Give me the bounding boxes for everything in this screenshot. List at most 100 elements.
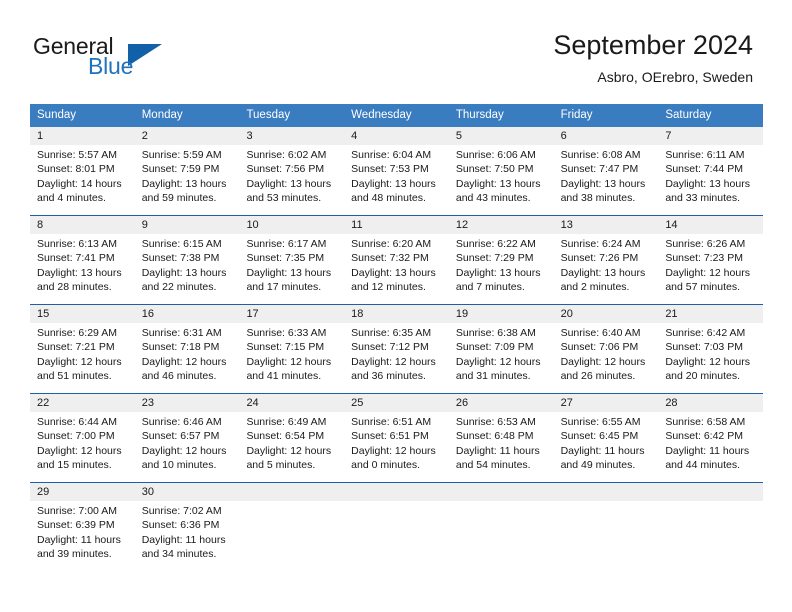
day-cell-empty bbox=[344, 483, 449, 571]
day-cell[interactable]: 7 Sunrise: 6:11 AM Sunset: 7:44 PM Daylight… bbox=[658, 127, 764, 215]
page-header: General Blue September 2024 Asbro, OEreb… bbox=[0, 0, 792, 98]
day-details: Sunrise: 6:15 AM Sunset: 7:38 PM Daylight:… bbox=[135, 234, 240, 304]
day-number: 4 bbox=[344, 127, 449, 145]
day-cell-empty bbox=[553, 483, 659, 571]
day-cell[interactable]: 9 Sunrise: 6:15 AM Sunset: 7:38 PM Daylight… bbox=[134, 216, 240, 304]
day-cell[interactable]: 4 Sunrise: 6:04 AM Sunset: 7:53 PM Daylight… bbox=[344, 127, 449, 215]
day-number: 12 bbox=[448, 216, 554, 234]
day-details: Sunrise: 6:06 AM Sunset: 7:50 PM Daylight:… bbox=[449, 145, 554, 215]
day-detail-line: Sunset: 6:48 PM bbox=[455, 430, 534, 443]
day-detail-line: and 59 minutes. bbox=[141, 191, 217, 204]
day-cell[interactable]: 8 Sunrise: 6:13 AM Sunset: 7:41 PM Daylight… bbox=[30, 216, 135, 304]
day-cell[interactable]: 10 Sunrise: 6:17 AM Sunset: 7:35 PM Dayligh… bbox=[239, 216, 345, 304]
day-detail-line: Sunset: 6:57 PM bbox=[141, 430, 220, 443]
calendar-week-row: 15 Sunrise: 6:29 AM Sunset: 7:21 PM Dayligh… bbox=[30, 304, 764, 393]
day-details: Sunrise: 6:11 AM Sunset: 7:44 PM Daylight:… bbox=[658, 145, 763, 215]
day-cell[interactable]: 19 Sunrise: 6:38 AM Sunset: 7:09 PM Dayligh… bbox=[448, 305, 554, 393]
day-detail-line: Sunrise: 6:13 AM bbox=[37, 238, 117, 250]
day-cell[interactable]: 26 Sunrise: 6:53 AM Sunset: 6:48 PM Dayligh… bbox=[448, 394, 554, 482]
day-detail-line: Sunrise: 6:46 AM bbox=[141, 416, 222, 428]
day-details: Sunrise: 7:02 AM Sunset: 6:36 PM Daylight:… bbox=[135, 501, 240, 571]
weekday-header-wednesday: Wednesday bbox=[351, 109, 412, 121]
day-detail-line: Sunset: 7:06 PM bbox=[560, 341, 639, 354]
day-detail-line: Sunrise: 6:49 AM bbox=[246, 416, 327, 428]
day-cell[interactable]: 17 Sunrise: 6:33 AM Sunset: 7:15 PM Dayligh… bbox=[239, 305, 345, 393]
day-cell[interactable]: 23 Sunrise: 6:46 AM Sunset: 6:57 PM Dayligh… bbox=[134, 394, 240, 482]
day-detail-line: and 0 minutes. bbox=[351, 458, 421, 471]
day-cell[interactable]: 2 Sunrise: 5:59 AM Sunset: 7:59 PM Daylight… bbox=[134, 127, 240, 215]
day-cell[interactable]: 6 Sunrise: 6:08 AM Sunset: 7:47 PM Daylight… bbox=[553, 127, 659, 215]
day-cell[interactable]: 12 Sunrise: 6:22 AM Sunset: 7:29 PM Dayligh… bbox=[448, 216, 554, 304]
day-cell[interactable]: 25 Sunrise: 6:51 AM Sunset: 6:51 PM Dayligh… bbox=[344, 394, 449, 482]
day-number: 20 bbox=[553, 305, 659, 323]
day-detail-line: Sunrise: 6:15 AM bbox=[141, 238, 222, 250]
day-detail-line: Sunrise: 6:51 AM bbox=[351, 416, 432, 428]
day-detail-line: and 49 minutes. bbox=[560, 458, 636, 471]
day-details: Sunrise: 5:59 AM Sunset: 7:59 PM Daylight:… bbox=[135, 145, 240, 215]
day-details: Sunrise: 5:57 AM Sunset: 8:01 PM Daylight:… bbox=[30, 145, 135, 215]
day-detail-line: Sunset: 6:39 PM bbox=[37, 519, 115, 532]
day-number: 13 bbox=[553, 216, 659, 234]
day-number: 5 bbox=[448, 127, 554, 145]
day-detail-line: Sunrise: 6:22 AM bbox=[455, 238, 536, 250]
day-number: 22 bbox=[30, 394, 135, 412]
day-cell[interactable]: 1 Sunrise: 5:57 AM Sunset: 8:01 PM Daylight… bbox=[30, 127, 135, 215]
day-details: Sunrise: 6:33 AM Sunset: 7:15 PM Daylight:… bbox=[239, 323, 344, 393]
day-detail-line: and 48 minutes. bbox=[351, 191, 426, 204]
day-detail-line: and 34 minutes. bbox=[141, 547, 217, 560]
day-detail-line: and 28 minutes. bbox=[37, 280, 112, 293]
calendar-week-row: 29 Sunrise: 7:00 AM Sunset: 6:39 PM Dayligh… bbox=[30, 482, 764, 571]
day-detail-line: and 17 minutes. bbox=[246, 280, 322, 293]
day-cell[interactable]: 20 Sunrise: 6:40 AM Sunset: 7:06 PM Dayligh… bbox=[553, 305, 659, 393]
calendar-weeks: 1 Sunrise: 5:57 AM Sunset: 8:01 PM Daylight… bbox=[30, 127, 764, 571]
day-cell[interactable]: 15 Sunrise: 6:29 AM Sunset: 7:21 PM Dayligh… bbox=[30, 305, 135, 393]
day-detail-line: Sunrise: 6:40 AM bbox=[560, 327, 641, 339]
calendar-page: General Blue September 2024 Asbro, OEreb… bbox=[0, 0, 792, 612]
day-detail-line: Sunset: 7:21 PM bbox=[37, 341, 115, 354]
day-cell[interactable]: 13 Sunrise: 6:24 AM Sunset: 7:26 PM Dayligh… bbox=[553, 216, 659, 304]
day-cell[interactable]: 24 Sunrise: 6:49 AM Sunset: 6:54 PM Dayligh… bbox=[239, 394, 345, 482]
weekday-header-monday: Monday bbox=[141, 109, 183, 121]
day-number: 30 bbox=[134, 483, 240, 501]
day-cell[interactable]: 11 Sunrise: 6:20 AM Sunset: 7:32 PM Dayligh… bbox=[344, 216, 449, 304]
day-number: 18 bbox=[344, 305, 449, 323]
day-cell[interactable]: 3 Sunrise: 6:02 AM Sunset: 7:56 PM Daylight… bbox=[239, 127, 345, 215]
day-detail-line: Sunrise: 6:35 AM bbox=[351, 327, 432, 339]
weekday-header-tuesday: Tuesday bbox=[246, 109, 291, 121]
day-cell[interactable]: 21 Sunrise: 6:42 AM Sunset: 7:03 PM Dayligh… bbox=[658, 305, 764, 393]
brand-logo[interactable]: General Blue bbox=[33, 33, 233, 85]
day-detail-line: Daylight: 13 hours bbox=[246, 266, 332, 279]
day-cell[interactable]: 22 Sunrise: 6:44 AM Sunset: 7:00 PM Dayligh… bbox=[30, 394, 135, 482]
day-number: 27 bbox=[553, 394, 659, 412]
day-cell[interactable]: 27 Sunrise: 6:55 AM Sunset: 6:45 PM Dayligh… bbox=[553, 394, 659, 482]
day-detail-line: Sunrise: 6:55 AM bbox=[560, 416, 641, 428]
day-detail-line: and 20 minutes. bbox=[665, 369, 741, 382]
day-cell[interactable]: 16 Sunrise: 6:31 AM Sunset: 7:18 PM Dayligh… bbox=[134, 305, 240, 393]
day-detail-line: and 57 minutes. bbox=[665, 280, 741, 293]
day-number bbox=[344, 483, 449, 501]
day-detail-line: Sunrise: 6:02 AM bbox=[246, 149, 327, 161]
day-cell[interactable]: 30 Sunrise: 7:02 AM Sunset: 6:36 PM Dayligh… bbox=[134, 483, 240, 571]
day-details: Sunrise: 6:42 AM Sunset: 7:03 PM Daylight:… bbox=[658, 323, 763, 393]
day-detail-line: Sunrise: 6:06 AM bbox=[455, 149, 536, 161]
calendar-week-row: 22 Sunrise: 6:44 AM Sunset: 7:00 PM Dayligh… bbox=[30, 393, 764, 482]
calendar-week-row: 8 Sunrise: 6:13 AM Sunset: 7:41 PM Daylight… bbox=[30, 215, 764, 304]
day-cell[interactable]: 5 Sunrise: 6:06 AM Sunset: 7:50 PM Daylight… bbox=[448, 127, 554, 215]
day-detail-line: Daylight: 12 hours bbox=[560, 355, 646, 368]
day-detail-line: Sunrise: 6:53 AM bbox=[455, 416, 536, 428]
day-number bbox=[448, 483, 554, 501]
day-detail-line: Daylight: 11 hours bbox=[560, 444, 645, 457]
day-detail-line: Daylight: 12 hours bbox=[141, 444, 227, 457]
day-detail-line: Sunset: 6:45 PM bbox=[560, 430, 639, 443]
day-cell[interactable]: 18 Sunrise: 6:35 AM Sunset: 7:12 PM Dayligh… bbox=[344, 305, 449, 393]
day-cell[interactable]: 28 Sunrise: 6:58 AM Sunset: 6:42 PM Dayligh… bbox=[658, 394, 764, 482]
day-detail-line: Sunrise: 6:17 AM bbox=[246, 238, 327, 250]
day-cell[interactable]: 29 Sunrise: 7:00 AM Sunset: 6:39 PM Dayligh… bbox=[30, 483, 135, 571]
day-detail-line: and 53 minutes. bbox=[246, 191, 322, 204]
day-detail-line: Daylight: 12 hours bbox=[246, 444, 332, 457]
day-detail-line: Daylight: 11 hours bbox=[455, 444, 540, 457]
day-details: Sunrise: 6:02 AM Sunset: 7:56 PM Daylight:… bbox=[239, 145, 344, 215]
day-cell[interactable]: 14 Sunrise: 6:26 AM Sunset: 7:23 PM Dayligh… bbox=[658, 216, 764, 304]
day-detail-line: and 46 minutes. bbox=[141, 369, 217, 382]
day-detail-line: Sunset: 7:15 PM bbox=[246, 341, 325, 354]
